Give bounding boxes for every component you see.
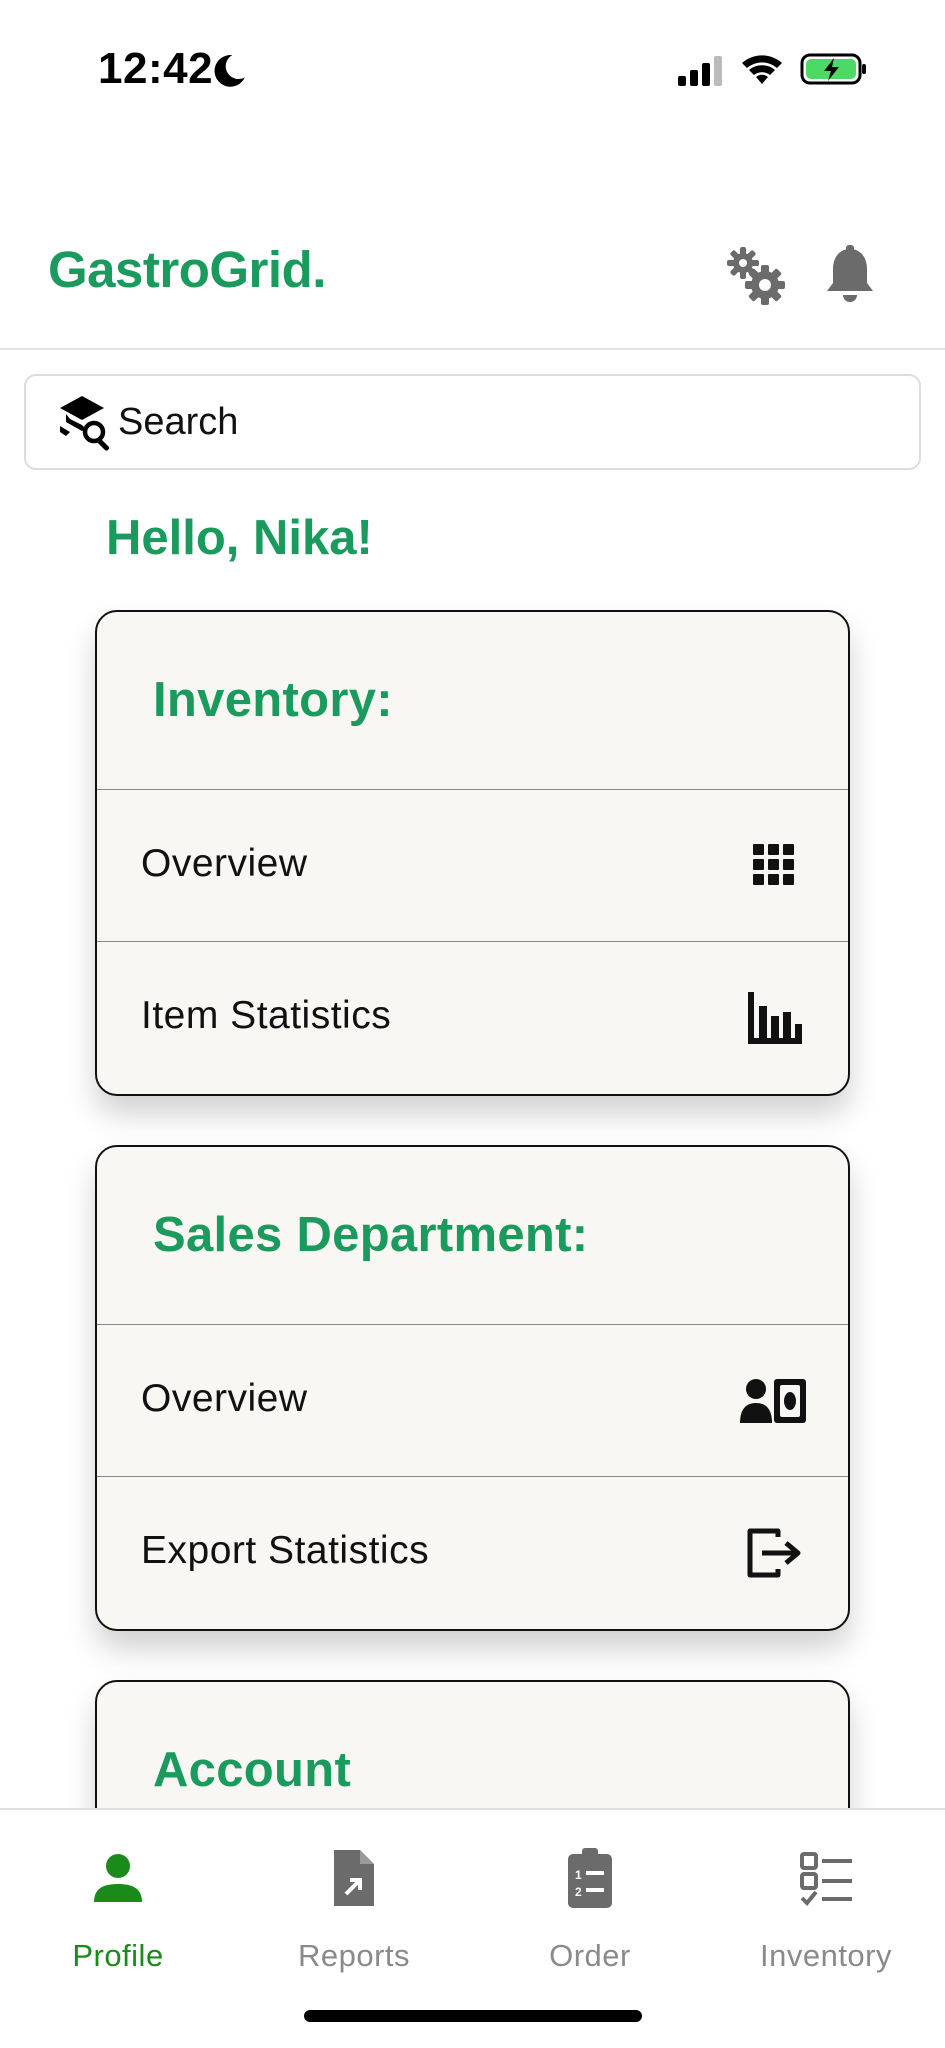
checklist-icon <box>800 1852 852 1906</box>
card-title: Account <box>153 1743 352 1797</box>
file-icon <box>334 1850 374 1906</box>
battery-charging-icon <box>800 53 866 85</box>
home-indicator <box>304 2010 642 2022</box>
nav-order[interactable]: 1 2 Order <box>472 1810 708 2010</box>
nav-profile[interactable]: Profile <box>0 1810 236 2010</box>
row-label: Overview <box>141 1377 308 1420</box>
person-icon <box>94 1854 142 1902</box>
moon-icon <box>214 55 245 87</box>
inventory-overview-row[interactable]: Overview <box>97 790 848 942</box>
sales-export-statistics-row[interactable]: Export Statistics <box>97 1477 848 1629</box>
card-title: Sales Department: <box>153 1208 589 1262</box>
brand-logo: GastroGrid. <box>48 241 326 298</box>
inventory-item-statistics-row[interactable]: Item Statistics <box>97 942 848 1094</box>
row-label: Item Statistics <box>141 994 392 1037</box>
export-icon <box>747 1528 801 1578</box>
svg-text:2: 2 <box>575 1885 582 1899</box>
search-bar[interactable] <box>24 374 921 470</box>
card-header: Sales Department: <box>97 1147 848 1325</box>
svg-text:1: 1 <box>575 1868 582 1882</box>
gears-icon <box>727 247 785 305</box>
greeting-text: Hello, Nika! <box>106 511 373 565</box>
search-icon <box>60 396 110 451</box>
settings-button[interactable] <box>716 236 796 316</box>
nav-reports[interactable]: Reports <box>236 1810 472 2010</box>
signal-icon <box>678 56 722 86</box>
bar-chart-icon <box>748 992 802 1044</box>
row-label: Overview <box>141 842 308 885</box>
bell-icon <box>827 245 873 302</box>
nav-label: Reports <box>297 1938 411 1973</box>
nav-label: Inventory <box>759 1938 892 1973</box>
nav-inventory[interactable]: Inventory <box>708 1810 944 2010</box>
sales-card: Sales Department: Overview Export Statis… <box>95 1145 850 1631</box>
app-header: GastroGrid. <box>0 210 945 350</box>
person-money-icon <box>740 1379 806 1423</box>
notifications-button[interactable] <box>810 236 890 316</box>
app-screen: 12:42 GastroGrid. Search Hello, Nika! In… <box>0 0 945 2048</box>
status-bar: 12:42 <box>0 0 945 140</box>
sales-overview-row[interactable]: Overview <box>97 1325 848 1477</box>
nav-label: Profile <box>72 1938 164 1973</box>
grid-icon <box>753 844 794 885</box>
wifi-icon <box>742 55 782 84</box>
row-label: Export Statistics <box>141 1529 430 1572</box>
search-input[interactable] <box>118 376 898 468</box>
clipboard-list-icon: 1 2 <box>568 1848 612 1908</box>
card-title: Inventory: <box>153 673 393 727</box>
inventory-card: Inventory: Overview Item Statistics <box>95 610 850 1096</box>
nav-label: Order <box>549 1938 631 1973</box>
card-header: Inventory: <box>97 612 848 790</box>
status-time: 12:42 <box>98 44 214 93</box>
